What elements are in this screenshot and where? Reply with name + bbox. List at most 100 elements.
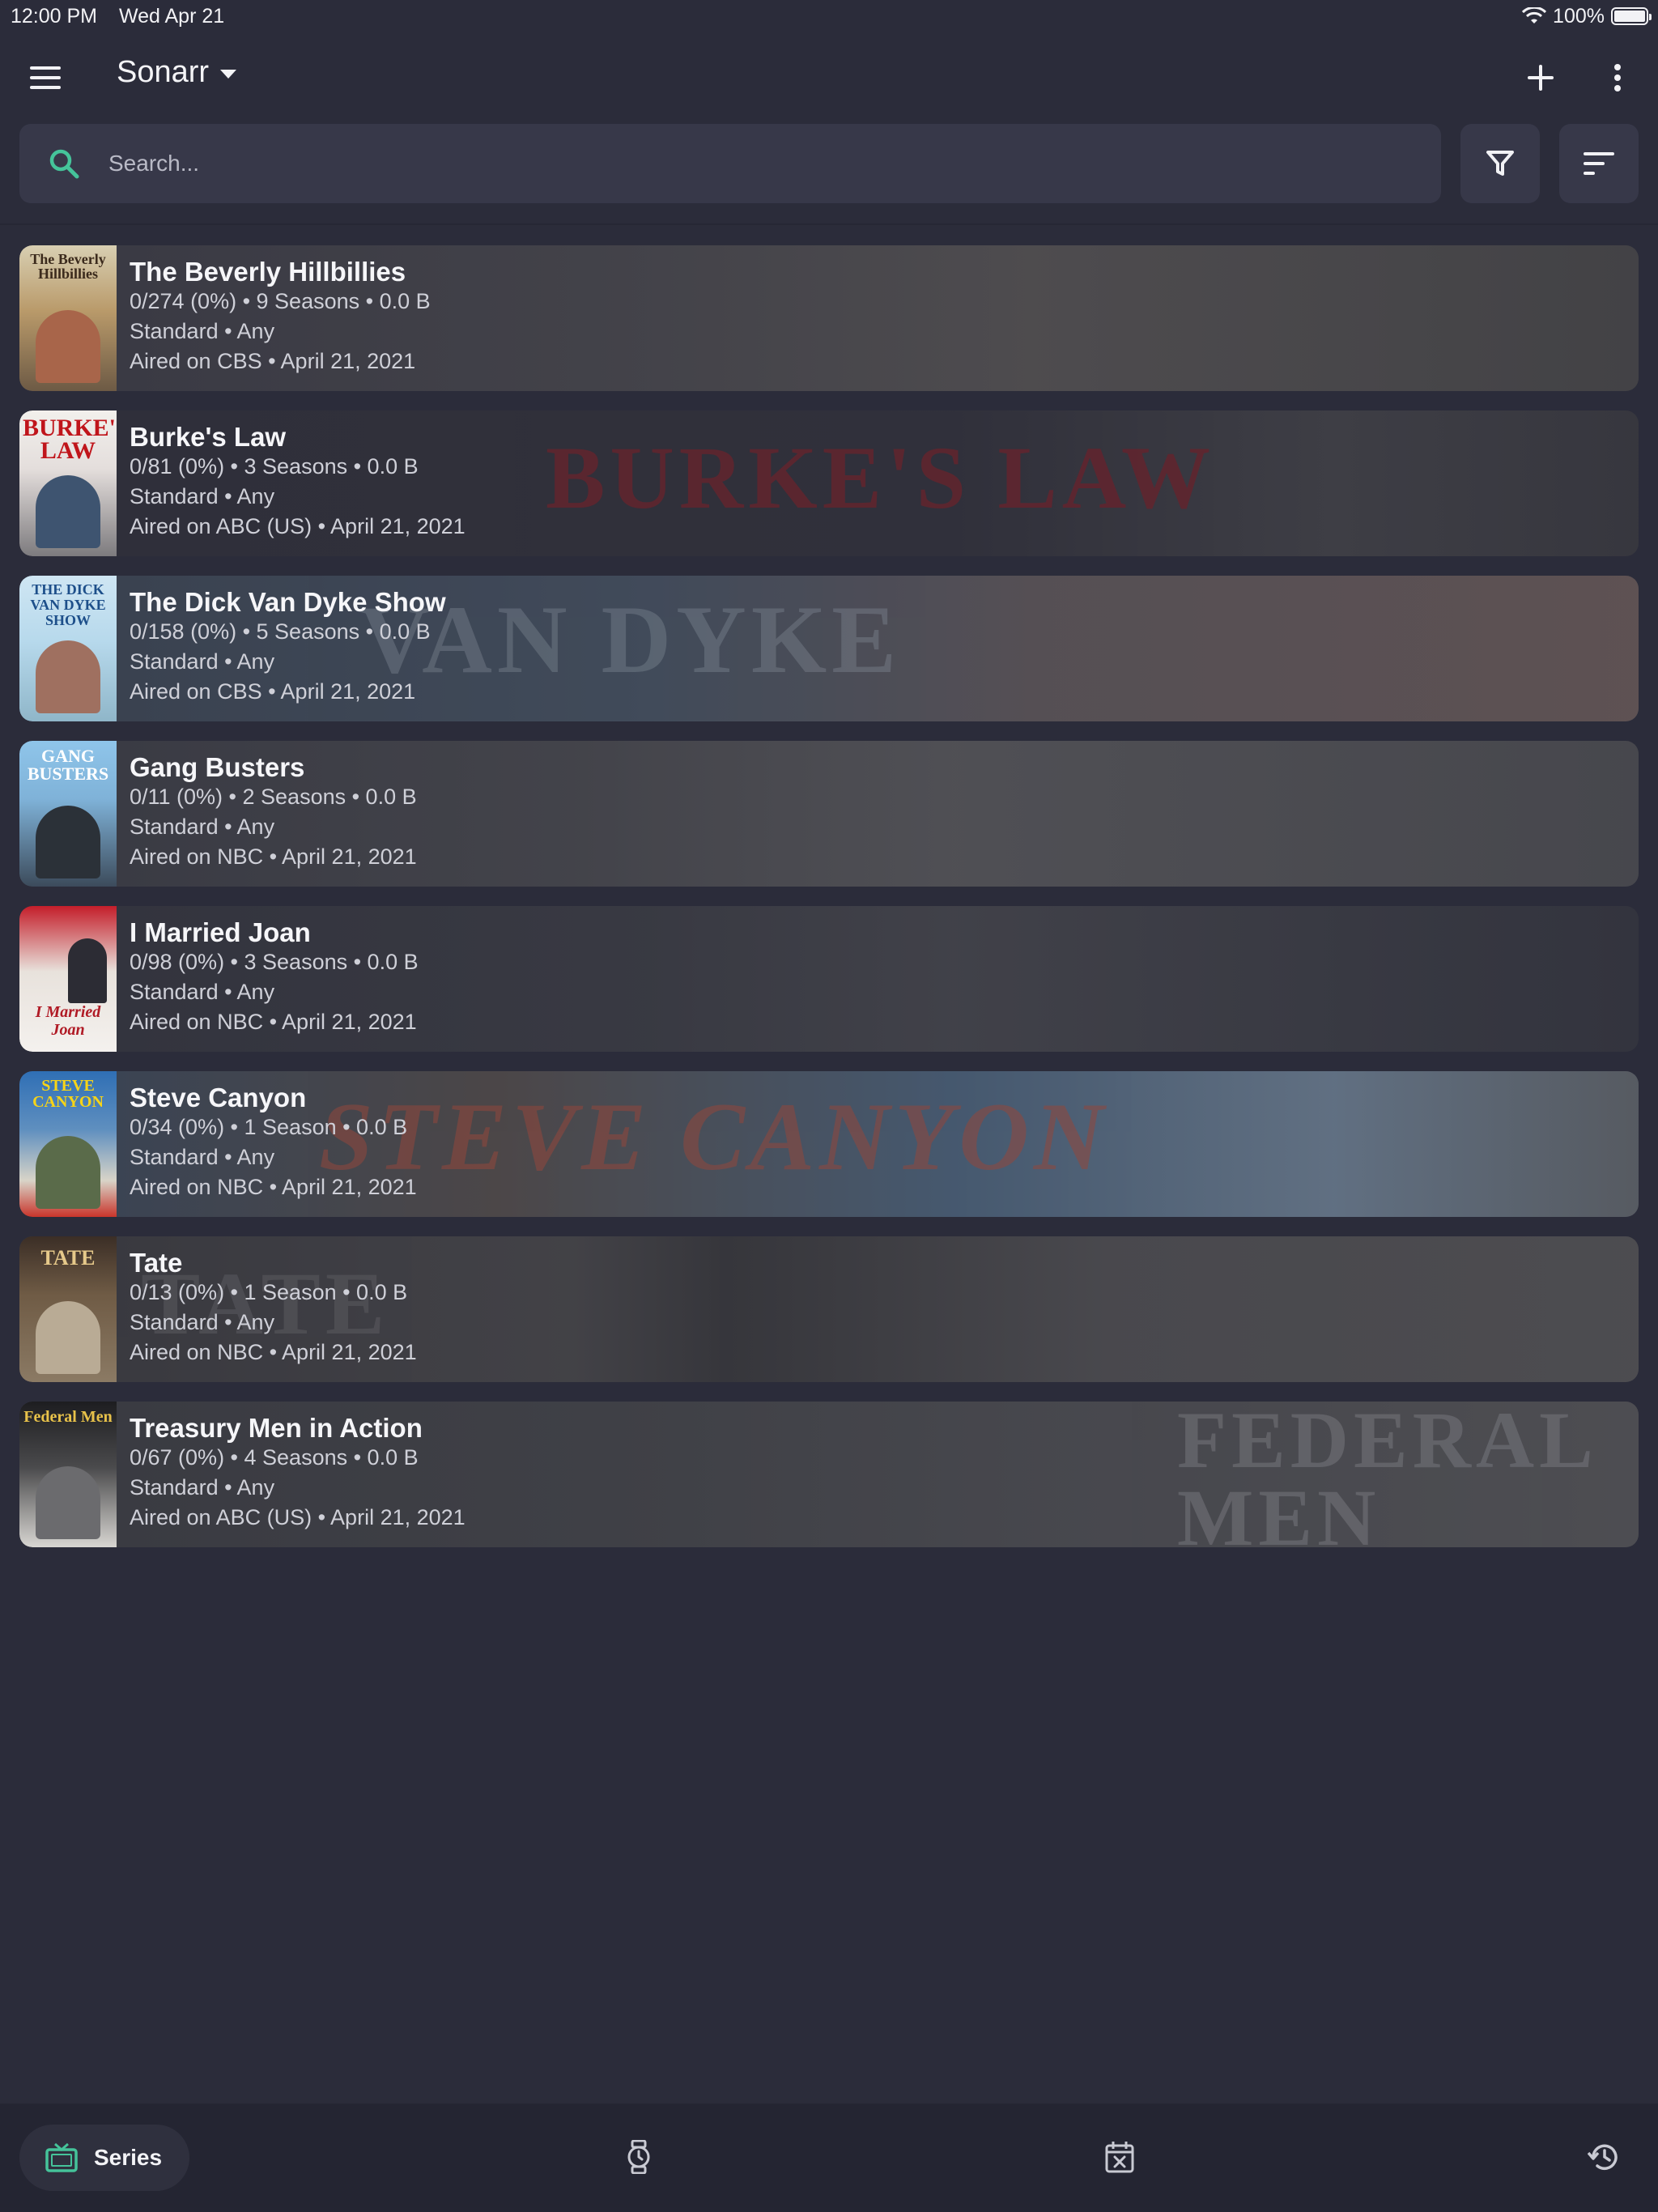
sort-button[interactable] (1559, 124, 1639, 203)
poster-title: THE DICK VAN DYKE SHOW (30, 581, 106, 628)
series-poster: The Beverly Hillbillies (19, 245, 117, 391)
filter-button[interactable] (1460, 124, 1540, 203)
series-aired: Aired on ABC (US) • April 21, 2021 (130, 514, 466, 538)
series-stats: 0/11 (0%) • 2 Seasons • 0.0 B (130, 785, 417, 809)
nav-upcoming-tab[interactable] (614, 2133, 663, 2181)
battery-icon (1611, 7, 1652, 25)
menu-button[interactable] (17, 49, 74, 106)
search-row (0, 123, 1658, 204)
series-aired: Aired on NBC • April 21, 2021 (130, 1340, 417, 1364)
series-profile: Standard • Any (130, 319, 275, 343)
series-item[interactable]: TATE TATE Tate 0/13 (0%) • 1 Season • 0.… (19, 1236, 1639, 1382)
nav-series-tab[interactable]: Series (19, 2125, 189, 2191)
series-info: Treasury Men in Action 0/67 (0%) • 4 Sea… (117, 1402, 466, 1547)
poster-title: TATE (40, 1246, 96, 1270)
banner-title: STEVE CANYON (319, 1083, 1109, 1190)
app-bar: Sonarr (0, 32, 1658, 123)
bottom-nav: Series (0, 2104, 1658, 2212)
calendar-remove-icon (1105, 2142, 1134, 2173)
series-poster: BURKE'S LAW (19, 410, 117, 556)
series-item[interactable]: I Married Joan I Married Joan 0/98 (0%) … (19, 906, 1639, 1052)
series-title: Treasury Men in Action (130, 1413, 423, 1443)
series-stats: 0/98 (0%) • 3 Seasons • 0.0 B (130, 950, 419, 974)
series-aired: Aired on NBC • April 21, 2021 (130, 844, 417, 869)
wifi-icon (1522, 7, 1547, 23)
status-right: 100% (1522, 4, 1652, 28)
series-poster: GANG BUSTERS (19, 741, 117, 887)
series-item[interactable]: BURKE'S LAW BURKE'S LAW Burke's Law 0/81… (19, 410, 1639, 556)
series-poster: Federal Men (19, 1402, 117, 1547)
series-stats: 0/158 (0%) • 5 Seasons • 0.0 B (130, 619, 431, 644)
divider (0, 223, 1658, 225)
banner-title: BURKE'S LAW (546, 428, 1216, 527)
series-info: The Beverly Hillbillies 0/274 (0%) • 9 S… (117, 245, 431, 391)
series-aired: Aired on CBS • April 21, 2021 (130, 349, 416, 373)
poster-title: The Beverly Hillbillies (30, 251, 106, 282)
series-aired: Aired on CBS • April 21, 2021 (130, 679, 416, 704)
series-item[interactable]: STEVE CANYON STEVE CANYON Steve Canyon 0… (19, 1071, 1639, 1217)
chevron-down-icon (220, 70, 237, 79)
series-info: Burke's Law 0/81 (0%) • 3 Seasons • 0.0 … (117, 410, 466, 556)
sort-icon (1584, 152, 1614, 175)
series-poster: I Married Joan (19, 906, 117, 1052)
series-poster: STEVE CANYON (19, 1071, 117, 1217)
poster-title: Federal Men (23, 1408, 113, 1426)
search-icon (19, 148, 108, 179)
status-left: 12:00 PM Wed Apr 21 (11, 5, 240, 28)
series-profile: Standard • Any (130, 1145, 275, 1169)
series-profile: Standard • Any (130, 1475, 275, 1499)
series-item[interactable]: The Beverly Hillbillies The Beverly Hill… (19, 245, 1639, 391)
series-title: Burke's Law (130, 422, 287, 452)
series-item[interactable]: GANG BUSTERS Gang Busters 0/11 (0%) • 2 … (19, 741, 1639, 887)
series-item[interactable]: VAN DYKE THE DICK VAN DYKE SHOW The Dick… (19, 576, 1639, 721)
series-info: The Dick Van Dyke Show 0/158 (0%) • 5 Se… (117, 576, 446, 721)
series-title: Tate (130, 1248, 183, 1278)
history-icon (1588, 2144, 1618, 2171)
status-date: Wed Apr 21 (118, 4, 225, 28)
series-profile: Standard • Any (130, 980, 275, 1004)
nav-missing-tab[interactable] (1095, 2133, 1144, 2181)
add-series-button[interactable] (1512, 49, 1569, 106)
series-stats: 0/67 (0%) • 4 Seasons • 0.0 B (130, 1445, 419, 1470)
series-stats: 0/81 (0%) • 3 Seasons • 0.0 B (130, 454, 419, 479)
battery-percent: 100% (1553, 4, 1605, 28)
hamburger-icon (30, 66, 61, 89)
series-profile: Standard • Any (130, 649, 275, 674)
series-stats: 0/34 (0%) • 1 Season • 0.0 B (130, 1115, 408, 1139)
app-title: Sonarr (117, 55, 210, 89)
series-info: Steve Canyon 0/34 (0%) • 1 Season • 0.0 … (117, 1071, 417, 1217)
series-title: Gang Busters (130, 752, 305, 782)
filter-icon (1486, 151, 1514, 176)
series-item[interactable]: FEDERAL MEN Federal Men Treasury Men in … (19, 1402, 1639, 1547)
series-title: I Married Joan (130, 917, 311, 947)
plus-icon (1528, 65, 1554, 91)
poster-title: BURKE'S LAW (23, 415, 117, 464)
nav-history-tab[interactable] (1579, 2133, 1628, 2181)
series-aired: Aired on ABC (US) • April 21, 2021 (130, 1505, 466, 1529)
series-poster: THE DICK VAN DYKE SHOW (19, 576, 117, 721)
more-options-button[interactable] (1589, 49, 1646, 106)
series-title: The Beverly Hillbillies (130, 257, 406, 287)
series-info: Gang Busters 0/11 (0%) • 2 Seasons • 0.0… (117, 741, 417, 887)
series-title: Steve Canyon (130, 1083, 307, 1112)
instance-selector[interactable]: Sonarr (117, 55, 237, 90)
series-aired: Aired on NBC • April 21, 2021 (130, 1010, 417, 1034)
status-bar: 12:00 PM Wed Apr 21 100% (0, 0, 1658, 32)
search-input[interactable] (108, 124, 1441, 203)
nav-series-label: Series (94, 2145, 163, 2170)
series-info: Tate 0/13 (0%) • 1 Season • 0.0 B Standa… (117, 1236, 417, 1382)
status-time: 12:00 PM (11, 4, 98, 28)
series-title: The Dick Van Dyke Show (130, 587, 446, 617)
more-vertical-icon (1614, 64, 1621, 91)
series-info: I Married Joan 0/98 (0%) • 3 Seasons • 0… (117, 906, 419, 1052)
series-profile: Standard • Any (130, 1310, 275, 1334)
series-stats: 0/274 (0%) • 9 Seasons • 0.0 B (130, 289, 431, 313)
tv-icon (45, 2143, 78, 2172)
series-profile: Standard • Any (130, 484, 275, 508)
banner-title: FEDERAL MEN (1177, 1402, 1594, 1547)
poster-title: I Married Joan (35, 1003, 101, 1039)
watch-icon (627, 2140, 650, 2174)
poster-title: STEVE CANYON (32, 1077, 104, 1111)
series-stats: 0/13 (0%) • 1 Season • 0.0 B (130, 1280, 408, 1304)
series-list: The Beverly Hillbillies The Beverly Hill… (19, 245, 1639, 1567)
